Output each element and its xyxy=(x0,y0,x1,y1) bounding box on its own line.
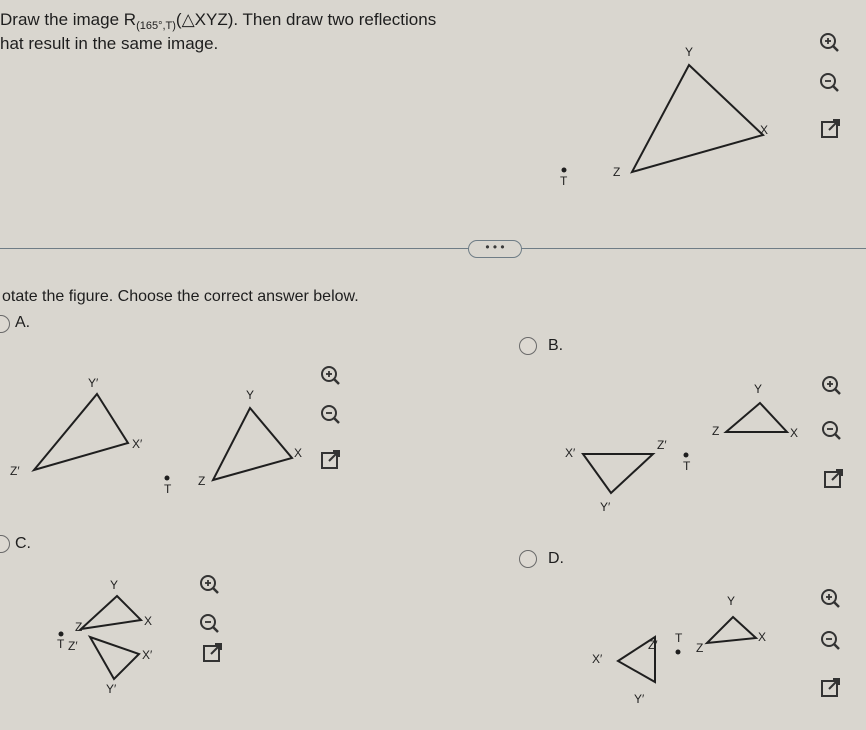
label-x-prime: X′ xyxy=(565,446,576,460)
label-z: Z xyxy=(712,424,719,438)
label-t: T xyxy=(683,459,691,473)
open-new-window-icon[interactable] xyxy=(318,447,344,473)
label-x: X xyxy=(144,614,152,628)
label-z-prime: Z′ xyxy=(10,464,20,478)
option-c-figure: Y X Z Z′ X′ Y′ T xyxy=(57,578,153,696)
label-z: Z xyxy=(613,165,620,179)
triangle-expression: (△XYZ). Then draw two reflections xyxy=(175,10,437,29)
original-figure: Y X Z T xyxy=(560,45,768,188)
open-new-window-icon[interactable] xyxy=(200,640,226,666)
more-button[interactable]: • • • xyxy=(468,240,522,258)
label-t: T xyxy=(675,631,683,645)
zoom-out-icon[interactable] xyxy=(197,611,223,637)
question-prefix: Draw the image R xyxy=(0,10,137,29)
triangle-xyz xyxy=(723,401,790,433)
option-b-label[interactable]: B. xyxy=(548,337,563,355)
center-point-t xyxy=(58,631,64,637)
center-point-t xyxy=(164,475,170,481)
label-x: X xyxy=(790,426,798,440)
label-y-prime: Y′ xyxy=(634,692,645,706)
label-t: T xyxy=(560,174,568,188)
open-new-window-icon[interactable] xyxy=(818,675,844,701)
zoom-out-icon[interactable] xyxy=(819,418,845,444)
label-z: Z xyxy=(75,620,82,634)
open-new-window-icon[interactable] xyxy=(818,116,844,142)
label-y-prime: Y′ xyxy=(600,500,611,514)
label-x-prime: X′ xyxy=(142,648,153,662)
option-d-radio[interactable] xyxy=(519,550,537,568)
center-point-t xyxy=(683,452,689,458)
question-text-line2: hat result in the same image. xyxy=(0,34,219,53)
triangle-xyz xyxy=(704,615,759,645)
triangle-xyz-prime xyxy=(31,392,130,472)
option-a-figure: Y′ X′ Z′ Y X Z T xyxy=(10,376,302,496)
zoom-in-icon[interactable] xyxy=(318,363,344,389)
zoom-in-icon[interactable] xyxy=(818,586,844,612)
label-y: Y xyxy=(246,388,254,402)
zoom-in-icon[interactable] xyxy=(197,572,223,598)
option-b-figure: X′ Z′ Y′ Y X Z T xyxy=(565,382,798,514)
label-y: Y xyxy=(754,382,762,396)
label-t: T xyxy=(57,637,65,651)
label-z-prime: Z′ xyxy=(648,638,658,652)
center-point-t xyxy=(675,649,681,655)
triangle-xyz xyxy=(211,406,294,482)
option-c-radio[interactable] xyxy=(0,535,10,553)
option-d-figure: Y X Z Z′ X′ Y′ T xyxy=(592,594,766,706)
instruction-text: otate the figure. Choose the correct ans… xyxy=(2,288,359,305)
triangle-xyz xyxy=(77,594,144,631)
label-x: X xyxy=(760,123,768,137)
option-a-label[interactable]: A. xyxy=(15,314,30,332)
triangle-xyz-prime xyxy=(87,635,141,681)
center-point-t xyxy=(561,167,567,173)
label-t: T xyxy=(164,482,172,496)
option-b-radio[interactable] xyxy=(519,337,537,355)
label-x-prime: X′ xyxy=(592,652,603,666)
rotation-subscript: (165°,T) xyxy=(136,20,176,32)
section-divider xyxy=(0,248,866,249)
label-z-prime: Z′ xyxy=(657,438,667,452)
zoom-out-icon[interactable] xyxy=(817,70,843,96)
label-x-prime: X′ xyxy=(132,437,143,451)
label-z: Z xyxy=(198,474,205,488)
option-a-radio[interactable] xyxy=(0,315,10,333)
option-d-label[interactable]: D. xyxy=(548,550,564,568)
triangle-xyz-prime xyxy=(581,453,656,495)
label-y: Y xyxy=(110,578,118,592)
zoom-out-icon[interactable] xyxy=(818,628,844,654)
label-y-prime: Y′ xyxy=(88,376,99,390)
label-y: Y xyxy=(727,594,735,608)
option-c-label[interactable]: C. xyxy=(15,535,31,553)
zoom-in-icon[interactable] xyxy=(819,373,845,399)
label-y: Y xyxy=(685,45,693,59)
label-z: Z xyxy=(696,641,703,655)
label-x: X xyxy=(758,630,766,644)
zoom-in-icon[interactable] xyxy=(817,30,843,56)
label-y-prime: Y′ xyxy=(106,682,117,696)
open-new-window-icon[interactable] xyxy=(821,466,847,492)
label-z-prime: Z′ xyxy=(68,639,78,653)
zoom-out-icon[interactable] xyxy=(318,402,344,428)
triangle-xyz xyxy=(630,63,765,174)
label-x: X xyxy=(294,446,302,460)
